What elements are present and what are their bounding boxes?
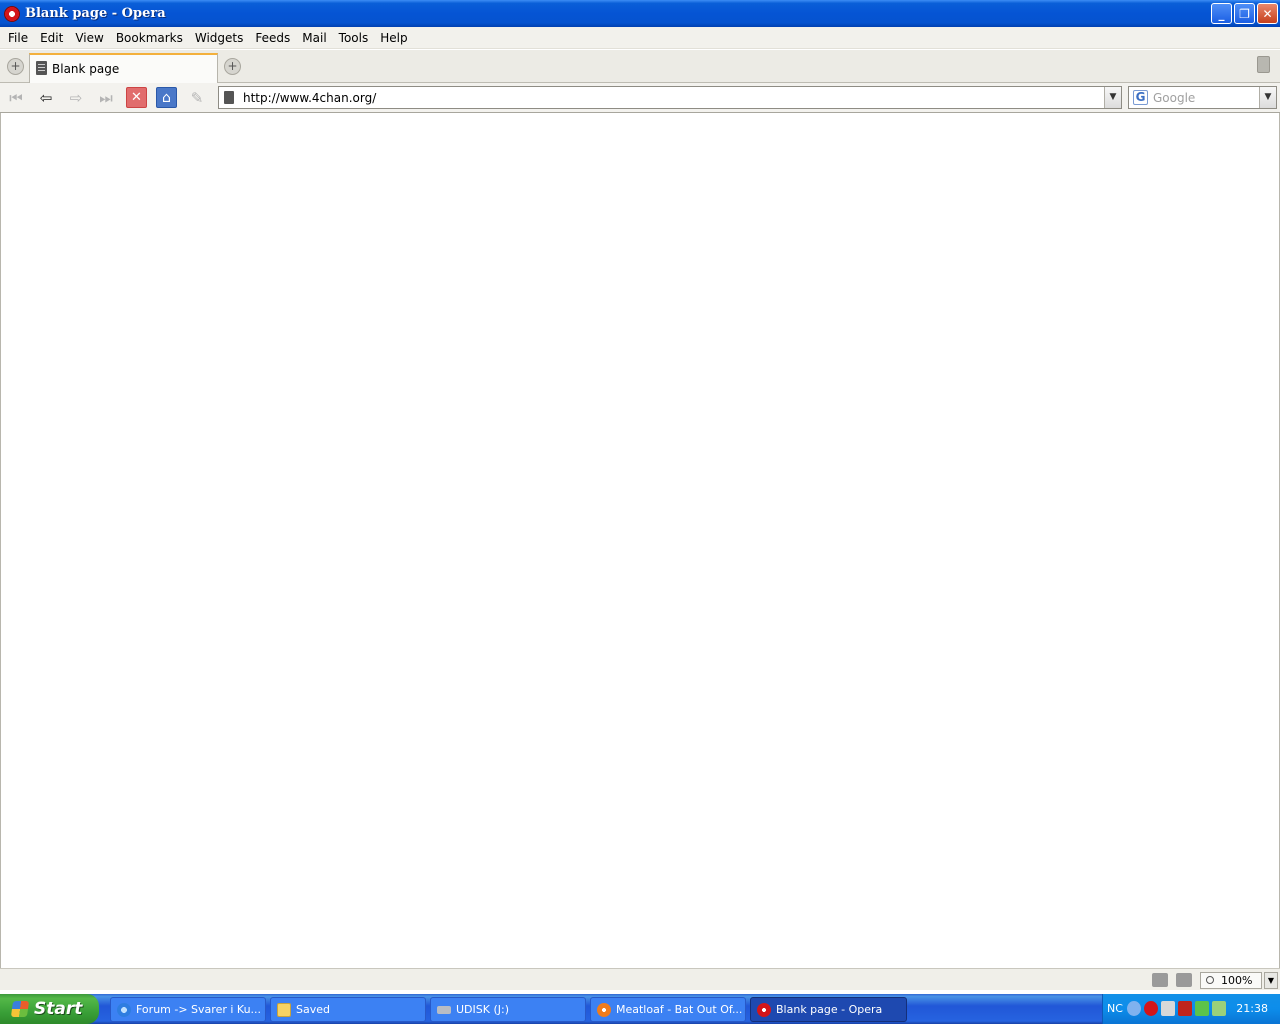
taskbar-item-forum[interactable]: Forum -> Svarer i Ku... <box>110 997 266 1022</box>
safely-remove-icon[interactable] <box>1212 1001 1226 1016</box>
address-bar[interactable]: ▼ <box>218 86 1122 109</box>
home-button[interactable]: ⌂ <box>156 87 177 108</box>
plugin-icon[interactable] <box>1152 973 1168 987</box>
tray-icons <box>1127 1001 1226 1016</box>
address-input[interactable] <box>243 88 1103 107</box>
taskbar-item-opera[interactable]: Blank page - Opera <box>750 997 907 1022</box>
taskbar-item-label: Saved <box>296 1003 330 1016</box>
windows-logo-icon <box>10 1001 30 1017</box>
add-circle-icon[interactable]: + <box>7 58 24 75</box>
menu-tools[interactable]: Tools <box>333 28 375 48</box>
signal-icon[interactable] <box>1195 1001 1209 1016</box>
opera-icon[interactable] <box>4 5 20 22</box>
fast-forward-button[interactable]: ⏭ <box>94 86 118 110</box>
document-icon <box>36 61 47 75</box>
start-label: Start <box>34 999 83 1019</box>
minimize-button[interactable]: _ <box>1211 3 1232 24</box>
search-box[interactable]: G ▼ <box>1128 86 1277 109</box>
window-titlebar[interactable]: Blank page - Opera _ ❐ ✕ <box>0 0 1280 27</box>
search-input[interactable] <box>1153 88 1257 107</box>
menu-mail[interactable]: Mail <box>296 28 332 48</box>
volume-icon[interactable] <box>1161 1001 1175 1016</box>
rewind-button[interactable]: ⏮ <box>4 86 28 110</box>
tab-bar: + Blank page + <box>0 50 1280 83</box>
google-icon[interactable]: G <box>1133 90 1148 105</box>
taskbar-item-label: Meatloaf - Bat Out Of... <box>616 1003 743 1016</box>
window-controls: _ ❐ ✕ <box>1211 3 1278 24</box>
menu-edit[interactable]: Edit <box>34 28 69 48</box>
menu-file[interactable]: File <box>2 28 34 48</box>
menu-bar: File Edit View Bookmarks Widgets Feeds M… <box>0 27 1280 49</box>
opera-icon <box>757 1002 771 1017</box>
stop-button[interactable]: ✕ <box>126 87 147 108</box>
taskbar-item-label: Blank page - Opera <box>776 1003 883 1016</box>
taskbar-item-meatloaf[interactable]: Meatloaf - Bat Out Of... <box>590 997 746 1022</box>
taskbar: Start Forum -> Svarer i Ku... Saved UDIS… <box>0 994 1280 1024</box>
system-tray: NC 21:38 <box>1102 994 1280 1024</box>
page-viewport[interactable] <box>0 113 1280 968</box>
image-toggle-icon[interactable] <box>1176 973 1192 987</box>
zoom-dropdown-button[interactable]: ▼ <box>1264 972 1278 989</box>
trash-icon[interactable] <box>1257 56 1270 73</box>
opera-tray-icon[interactable] <box>1144 1001 1158 1016</box>
tab-label: Blank page <box>52 62 120 76</box>
back-button[interactable]: ⇦ <box>34 86 58 110</box>
taskbar-item-udisk[interactable]: UDISK (J:) <box>430 997 586 1022</box>
language-indicator[interactable]: NC <box>1107 1002 1123 1015</box>
close-button[interactable]: ✕ <box>1257 3 1278 24</box>
menu-view[interactable]: View <box>69 28 109 48</box>
media-player-icon <box>597 1002 611 1017</box>
antivirus-icon[interactable] <box>1178 1001 1192 1016</box>
address-dropdown-button[interactable]: ▼ <box>1104 87 1121 108</box>
status-bar: 100% ▼ <box>0 968 1280 990</box>
taskbar-item-saved[interactable]: Saved <box>270 997 426 1022</box>
folder-icon <box>277 1002 291 1017</box>
status-icons <box>1152 973 1192 987</box>
navigation-bar: ⏮ ⇦ ⇨ ⏭ ✕ ⌂ ✎ ▼ G ▼ <box>0 83 1280 113</box>
clock[interactable]: 21:38 <box>1236 1002 1268 1015</box>
restore-button[interactable]: ❐ <box>1234 3 1255 24</box>
page-icon <box>224 91 234 104</box>
menu-widgets[interactable]: Widgets <box>189 28 250 48</box>
search-dropdown-button[interactable]: ▼ <box>1259 87 1276 108</box>
new-tab-button[interactable]: + <box>224 58 241 75</box>
taskbar-item-label: Forum -> Svarer i Ku... <box>136 1003 262 1016</box>
ie-icon <box>117 1002 131 1017</box>
menu-bookmarks[interactable]: Bookmarks <box>110 28 189 48</box>
start-button[interactable]: Start <box>0 994 99 1024</box>
menu-feeds[interactable]: Feeds <box>249 28 296 48</box>
taskbar-item-label: UDISK (J:) <box>456 1003 509 1016</box>
drive-icon <box>437 1005 451 1014</box>
zoom-value: 100% <box>1221 974 1253 987</box>
network-icon[interactable] <box>1127 1001 1141 1016</box>
magnifier-icon <box>1206 976 1214 984</box>
menu-help[interactable]: Help <box>374 28 413 48</box>
forward-button[interactable]: ⇨ <box>64 86 88 110</box>
zoom-field[interactable]: 100% <box>1200 972 1262 989</box>
window-title: Blank page - Opera <box>25 6 166 21</box>
tab-blank-page[interactable]: Blank page <box>29 53 218 83</box>
edit-button[interactable]: ✎ <box>185 86 209 110</box>
